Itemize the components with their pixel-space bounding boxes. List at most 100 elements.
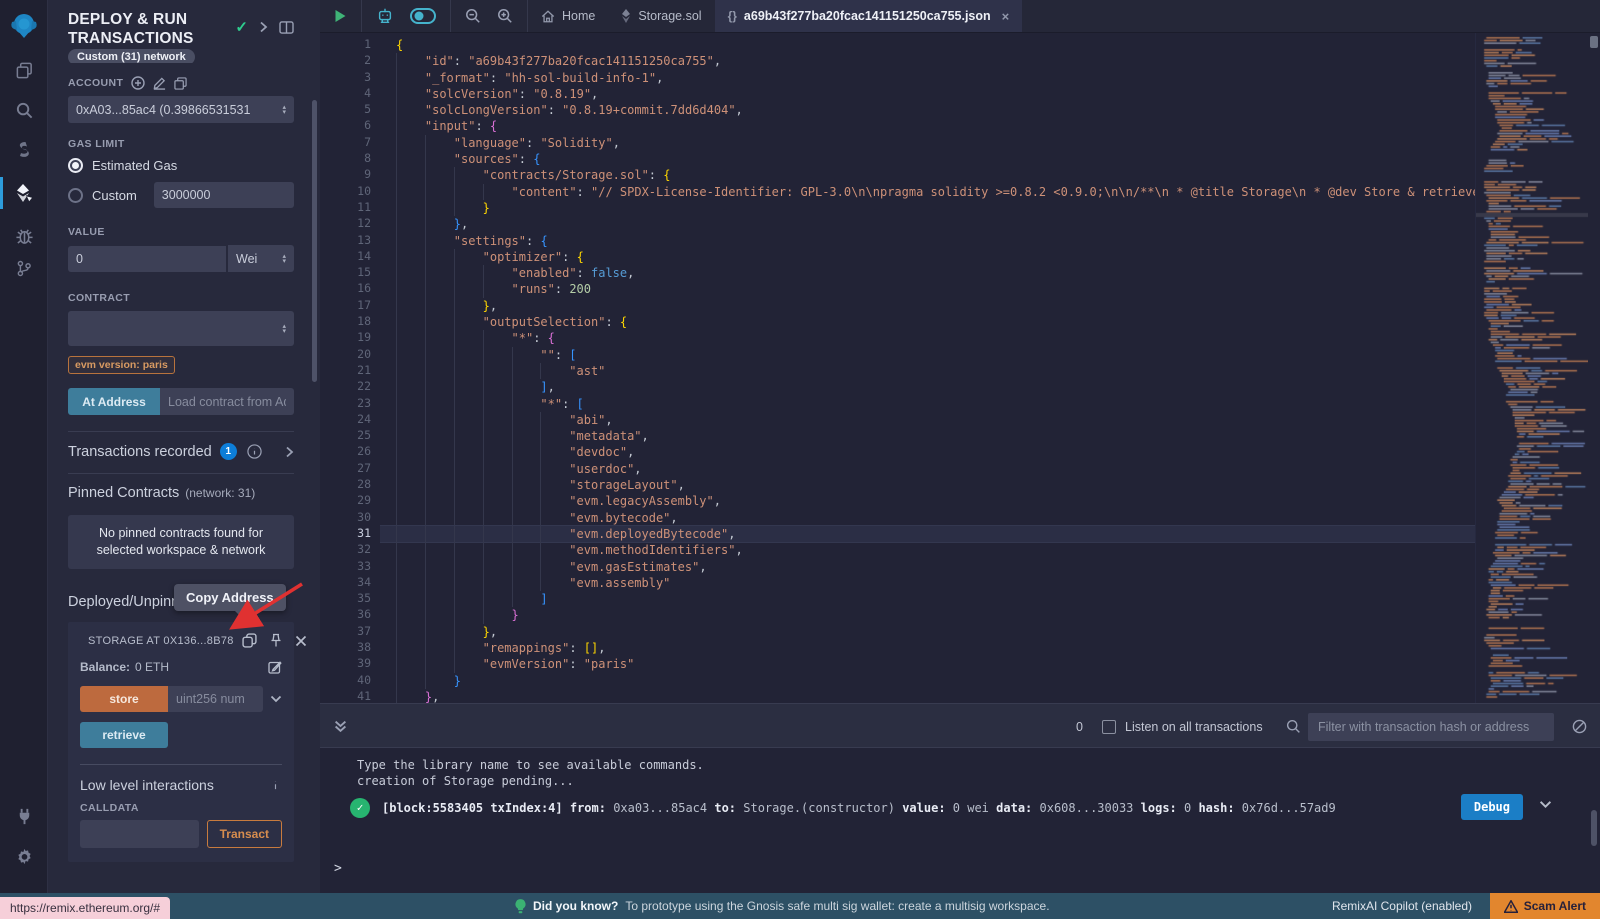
edit-account-icon[interactable] xyxy=(153,77,166,90)
code-line: "content": "// SPDX-License-Identifier: … xyxy=(380,184,1475,200)
line-number: 13 xyxy=(320,233,380,249)
expand-store-icon[interactable] xyxy=(270,695,282,703)
terminal-collapse-icon[interactable] xyxy=(334,704,347,749)
terminal-prompt: > xyxy=(334,861,342,877)
terminal-line: Type the library name to see available c… xyxy=(320,748,1600,773)
editor-scrollbar-thumb[interactable] xyxy=(1590,36,1598,48)
editor-minimap[interactable] xyxy=(1475,33,1588,703)
zoom-in-icon[interactable] xyxy=(497,8,513,24)
panel-scrollbar[interactable] xyxy=(312,100,317,382)
line-number: 22 xyxy=(320,379,380,395)
code-line: "input": { xyxy=(380,118,1475,134)
line-number: 17 xyxy=(320,298,380,314)
line-number: 34 xyxy=(320,575,380,591)
ai-assistant-icon[interactable] xyxy=(376,8,394,25)
retrieve-function-button[interactable]: retrieve xyxy=(80,722,168,748)
info-icon[interactable] xyxy=(247,444,262,459)
zoom-out-icon[interactable] xyxy=(465,8,481,24)
terminal-search-icon xyxy=(1286,704,1301,749)
code-line: "abi", xyxy=(380,412,1475,428)
load-contract-input[interactable] xyxy=(160,388,294,415)
store-argument-input[interactable] xyxy=(168,686,263,712)
line-number: 36 xyxy=(320,607,380,623)
custom-gas-input[interactable] xyxy=(154,182,294,208)
calldata-input[interactable] xyxy=(80,820,199,848)
tab-home[interactable]: Home xyxy=(528,0,608,32)
debug-button[interactable]: Debug xyxy=(1461,794,1523,820)
gear-icon xyxy=(15,847,34,866)
pin-contract-icon[interactable] xyxy=(269,633,283,648)
sidebar-item-settings[interactable] xyxy=(0,838,48,874)
sidebar-item-file-explorer[interactable] xyxy=(0,52,48,88)
terminal-body[interactable]: Type the library name to see available c… xyxy=(320,748,1600,893)
line-number: 10 xyxy=(320,184,380,200)
sidebar-item-search[interactable] xyxy=(0,92,48,128)
remix-logo-icon[interactable] xyxy=(0,6,48,46)
expand-tx-icon[interactable] xyxy=(1539,800,1552,809)
line-number: 30 xyxy=(320,510,380,526)
listen-checkbox[interactable] xyxy=(1102,704,1116,749)
tab-json-file[interactable]: {} a69b43f277ba20fcac141151250ca755.json… xyxy=(715,0,1023,32)
copy-address-icon[interactable] xyxy=(242,633,257,648)
deploy-run-icon xyxy=(14,183,34,203)
copy-account-icon[interactable] xyxy=(174,77,187,90)
value-unit-select[interactable]: Wei ▴▾ xyxy=(228,245,294,272)
code-line: "evm.assembly" xyxy=(380,575,1475,591)
tab-storage-sol[interactable]: Storage.sol xyxy=(608,0,714,32)
line-number: 19 xyxy=(320,330,380,346)
code-line: "optimizer": { xyxy=(380,249,1475,265)
copilot-status[interactable]: RemixAI Copilot (enabled) xyxy=(1332,893,1472,919)
store-function-button[interactable]: store xyxy=(80,686,168,712)
edit-balance-icon[interactable] xyxy=(268,660,282,674)
scam-alert-badge[interactable]: Scam Alert xyxy=(1490,893,1600,919)
account-select[interactable]: 0xA03...85ac4 (0.39866531531 ▴▾ xyxy=(68,96,294,123)
plug-icon xyxy=(15,807,34,826)
close-tab-icon[interactable]: × xyxy=(1002,9,1010,24)
terminal-scrollbar[interactable] xyxy=(1591,810,1597,846)
code-line: "id": "a69b43f277ba20fcac141151250ca755"… xyxy=(380,53,1475,69)
line-number: 38 xyxy=(320,640,380,656)
files-icon xyxy=(15,61,34,80)
low-level-info-icon[interactable] xyxy=(269,779,282,792)
pinned-empty-message: No pinned contracts found for selected w… xyxy=(68,515,294,569)
add-account-icon[interactable] xyxy=(131,76,145,90)
solidity-compiler-icon xyxy=(15,141,33,161)
remove-contract-icon[interactable] xyxy=(295,635,307,647)
custom-gas-label: Custom xyxy=(92,188,137,203)
sidebar-item-solidity-compiler[interactable] xyxy=(0,133,48,169)
run-script-icon[interactable] xyxy=(334,9,347,23)
code-line: "enabled": false, xyxy=(380,265,1475,281)
split-view-icon[interactable] xyxy=(279,21,294,34)
env-check-icon: ✓ xyxy=(235,18,248,36)
line-number: 1 xyxy=(320,37,380,53)
contract-select[interactable]: ▴▾ xyxy=(68,311,294,346)
sidebar-item-deploy-run[interactable] xyxy=(0,175,48,211)
code-editor[interactable]: 1234567891011121314151617181920212223242… xyxy=(320,33,1600,703)
code-line: "metadata", xyxy=(380,428,1475,444)
code-line: "*": { xyxy=(380,330,1475,346)
clear-console-icon[interactable] xyxy=(1572,704,1587,749)
sidebar-item-debugger[interactable] xyxy=(0,217,48,253)
chevron-right-icon[interactable] xyxy=(259,21,268,33)
transact-button[interactable]: Transact xyxy=(207,820,282,848)
value-input[interactable] xyxy=(68,246,226,272)
sidebar-item-plugin-manager[interactable] xyxy=(0,798,48,834)
code-line: ] xyxy=(380,591,1475,607)
at-address-button[interactable]: At Address xyxy=(68,388,160,415)
pinned-network-label: (network: 31) xyxy=(185,486,255,500)
transaction-filter-input[interactable] xyxy=(1308,713,1554,741)
line-number: 18 xyxy=(320,314,380,330)
sidebar-item-git[interactable] xyxy=(0,250,48,286)
expand-transactions-icon[interactable] xyxy=(285,446,294,458)
transactions-recorded-section[interactable]: Transactions recorded 1 xyxy=(68,432,294,471)
line-number: 5 xyxy=(320,102,380,118)
line-number: 26 xyxy=(320,444,380,460)
code-line: "remappings": [], xyxy=(380,640,1475,656)
code-line: "sources": { xyxy=(380,151,1475,167)
copilot-toggle-icon[interactable] xyxy=(410,8,436,24)
value-unit-stepper-icon: ▴▾ xyxy=(278,254,286,264)
transaction-log-row[interactable]: ✓ [block:5583405 txIndex:4] from: 0xa03.… xyxy=(350,798,1590,818)
custom-gas-radio[interactable] xyxy=(68,188,83,203)
code-line: "userdoc", xyxy=(380,461,1475,477)
estimated-gas-radio[interactable] xyxy=(68,158,83,173)
